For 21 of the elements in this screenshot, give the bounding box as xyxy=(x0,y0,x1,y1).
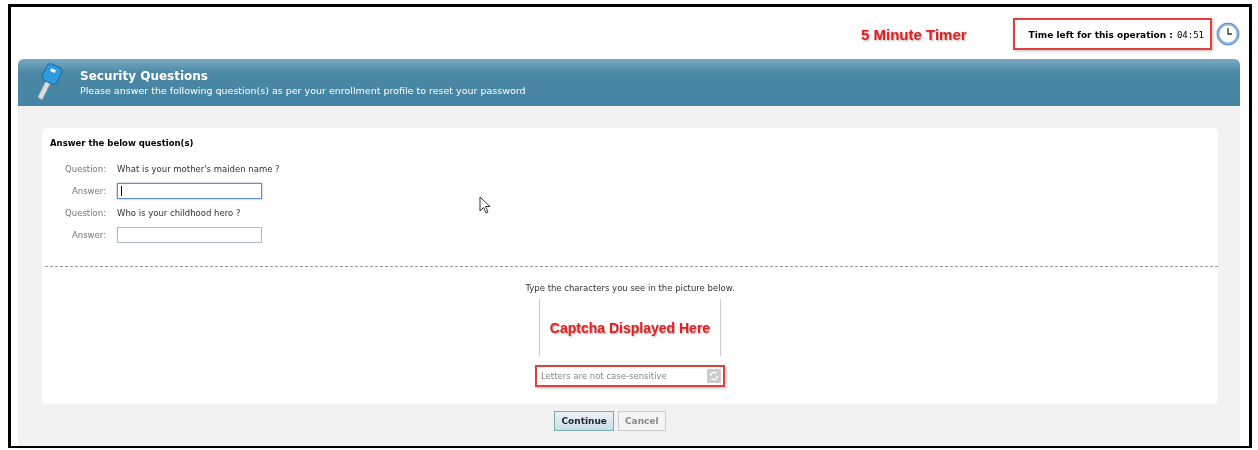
timer-annotation: 5 Minute Timer xyxy=(861,25,967,43)
question-label: Question: xyxy=(64,164,106,174)
answer-label: Answer: xyxy=(70,186,106,196)
continue-button[interactable]: Continue xyxy=(554,411,614,431)
timer-value: 04:51 xyxy=(1176,30,1204,40)
answer-label: Answer: xyxy=(70,230,106,240)
answer-field[interactable] xyxy=(117,227,262,243)
form-heading: Answer the below question(s) xyxy=(50,138,195,148)
mouse-pointer-icon xyxy=(479,196,491,214)
question-text: Who is your childhood hero ? xyxy=(117,208,241,218)
header-subtitle: Please answer the following question(s) as per your enrollment profile to reset your password xyxy=(80,85,526,96)
question-text: What is your mother's maiden name ? xyxy=(117,164,280,174)
timer-label: Time left for this operation : xyxy=(1028,30,1173,40)
captcha-annotation: Captcha Displayed Here xyxy=(549,319,711,336)
captcha-instruction: Type the characters you see in the picture below. xyxy=(525,283,735,293)
header-title: Security Questions xyxy=(80,69,209,83)
refresh-icon[interactable] xyxy=(707,369,721,383)
clock-icon xyxy=(1216,22,1240,46)
question-label: Question: xyxy=(64,208,106,218)
answer-field[interactable] xyxy=(117,183,262,199)
captcha-field[interactable]: Letters are not case-sensitive xyxy=(535,365,725,387)
